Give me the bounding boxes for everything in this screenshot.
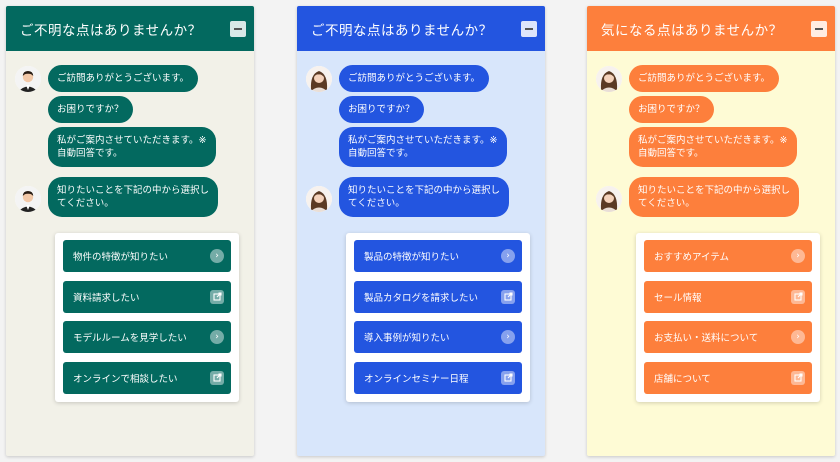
external-link-icon bbox=[210, 370, 224, 385]
choice-button[interactable]: おすすめアイテム › bbox=[644, 240, 812, 272]
chat-panel: 気になる点はありませんか？ ご訪問ありがとうございます。 お困りですか？ 私がご案内さ… bbox=[587, 6, 835, 456]
chat-message-text: ご訪問ありがとうございます。 bbox=[348, 73, 481, 84]
chat-message-bubble: 知りたいことを下記の中から選択し てください。 bbox=[629, 177, 800, 217]
chat-message-bubble: 私がご案内させていただきます。※ 自動回答です。 bbox=[629, 127, 797, 167]
choice-button[interactable]: オンラインで相談したい bbox=[63, 361, 231, 394]
choice-list: 製品の特徴が知りたい › 製品カタログを請求したい 導入事例が知りたい › オンラインセミ… bbox=[346, 233, 530, 402]
chat-message-text: 私がご案内させていただきます。※ bbox=[57, 135, 207, 146]
chat-message-bubble: ご訪問ありがとうございます。 bbox=[629, 65, 780, 92]
chat-message-text: 知りたいことを下記の中から選択し bbox=[57, 185, 210, 196]
chat-message-bubble: お困りですか？ bbox=[339, 96, 424, 123]
choice-list: 物件の特徴が知りたい › 資料請求したいモデルルームを見学したい › オンラインで相談し… bbox=[55, 233, 239, 402]
chat-header: ご不明な点はありませんか？ bbox=[297, 6, 545, 51]
external-link-icon bbox=[791, 370, 805, 385]
choice-label: 導入事例が知りたい bbox=[364, 333, 450, 344]
female-operator-avatar bbox=[596, 186, 622, 212]
external-link-icon bbox=[210, 289, 224, 304]
arrow-right-icon: › bbox=[791, 249, 805, 263]
choice-label: 製品カタログを請求したい bbox=[364, 292, 479, 304]
choice-label: セール情報 bbox=[654, 292, 702, 304]
choice-label: 店舗について bbox=[654, 373, 711, 385]
male-operator-avatar bbox=[15, 66, 41, 92]
choice-button[interactable]: 製品の特徴が知りたい › bbox=[354, 240, 522, 272]
choice-label: 製品の特徴が知りたい bbox=[364, 252, 460, 263]
external-link-icon bbox=[791, 289, 805, 304]
chat-header-title: ご不明な点はありませんか？ bbox=[311, 22, 493, 39]
choice-button[interactable]: 物件の特徴が知りたい › bbox=[63, 240, 231, 272]
chat-body: ご訪問ありがとうございます。 お困りですか？ 私がご案内させていただきます。※ 自動回… bbox=[587, 51, 835, 456]
chat-header-title: 気になる点はありませんか？ bbox=[601, 22, 783, 39]
choice-label: オンラインセミナー日程 bbox=[364, 373, 469, 385]
choice-button[interactable]: 導入事例が知りたい › bbox=[354, 321, 522, 353]
chat-message-text: お困りですか？ bbox=[638, 104, 705, 115]
choice-label: おすすめアイテム bbox=[654, 252, 730, 263]
choice-button[interactable]: 製品カタログを請求したい bbox=[354, 280, 522, 313]
external-link-icon bbox=[501, 370, 515, 385]
chat-message-bubble: 私がご案内させていただきます。※ 自動回答です。 bbox=[339, 127, 507, 167]
arrow-right-icon: › bbox=[501, 249, 515, 263]
chat-body: ご訪問ありがとうございます。 お困りですか？ 私がご案内させていただきます。※ 自動回… bbox=[297, 51, 545, 456]
chat-message-text: 自動回答です。 bbox=[638, 148, 704, 159]
choice-label: お支払い・送料について bbox=[654, 333, 759, 344]
female-operator-avatar bbox=[306, 66, 332, 92]
choice-label: モデルルームを見学したい bbox=[73, 333, 187, 344]
arrow-right-icon: › bbox=[501, 330, 515, 344]
choice-label: オンラインで相談したい bbox=[73, 373, 178, 385]
choice-button[interactable]: モデルルームを見学したい › bbox=[63, 321, 231, 353]
arrow-right-icon: › bbox=[210, 330, 224, 344]
chat-body: ご訪問ありがとうございます。 お困りですか？ 私がご案内させていただきます。※ 自動回… bbox=[6, 51, 254, 456]
chat-message-bubble: 知りたいことを下記の中から選択し てください。 bbox=[48, 177, 219, 217]
choice-label: 資料請求したい bbox=[73, 292, 140, 304]
chat-message-text: お困りですか？ bbox=[348, 104, 415, 115]
chat-message-bubble: 私がご案内させていただきます。※ 自動回答です。 bbox=[48, 127, 216, 167]
chat-message-text: てください。 bbox=[638, 198, 695, 209]
chat-message-text: 自動回答です。 bbox=[57, 148, 123, 159]
choice-button[interactable]: オンラインセミナー日程 bbox=[354, 361, 522, 394]
chat-message-bubble: お困りですか？ bbox=[629, 96, 714, 123]
chat-header-title: ご不明な点はありませんか？ bbox=[20, 22, 202, 39]
chat-panel: ご不明な点はありませんか？ ご訪問ありがとうございます。 お困りですか？ 私がご案内さ… bbox=[297, 6, 545, 456]
female-operator-avatar bbox=[596, 66, 622, 92]
external-link-icon bbox=[501, 289, 515, 304]
choice-list: おすすめアイテム › セール情報お支払い・送料について › 店舗について bbox=[636, 233, 820, 402]
female-operator-avatar bbox=[306, 186, 332, 212]
chat-message-text: ご訪問ありがとうございます。 bbox=[57, 73, 190, 84]
minimize-icon[interactable] bbox=[230, 20, 246, 37]
choice-label: 物件の特徴が知りたい bbox=[73, 252, 169, 263]
chat-message-text: 私がご案内させていただきます。※ bbox=[348, 135, 498, 146]
choice-button[interactable]: お支払い・送料について › bbox=[644, 321, 812, 353]
minimize-icon[interactable] bbox=[521, 20, 537, 37]
chat-message-text: お困りですか？ bbox=[57, 104, 124, 115]
arrow-right-icon: › bbox=[791, 330, 805, 344]
choice-button[interactable]: セール情報 bbox=[644, 280, 812, 313]
arrow-right-icon: › bbox=[210, 249, 224, 263]
chat-message-text: 私がご案内させていただきます。※ bbox=[638, 135, 788, 146]
choice-button[interactable]: 店舗について bbox=[644, 361, 812, 394]
minimize-icon[interactable] bbox=[811, 20, 827, 37]
chat-message-bubble: お困りですか？ bbox=[48, 96, 133, 123]
chat-panel: ご不明な点はありませんか？ ご訪問ありがとうございます。 お困りですか？ 私がご案内さ… bbox=[6, 6, 254, 456]
chat-message-text: てください。 bbox=[348, 198, 405, 209]
chat-header: ご不明な点はありませんか？ bbox=[6, 6, 254, 51]
chat-message-bubble: 知りたいことを下記の中から選択し てください。 bbox=[339, 177, 510, 217]
chat-message-text: ご訪問ありがとうございます。 bbox=[638, 73, 771, 84]
chat-message-text: 知りたいことを下記の中から選択し bbox=[348, 185, 501, 196]
chat-message-bubble: ご訪問ありがとうございます。 bbox=[48, 65, 199, 92]
chat-message-bubble: ご訪問ありがとうございます。 bbox=[339, 65, 490, 92]
male-operator-avatar bbox=[15, 186, 41, 212]
choice-button[interactable]: 資料請求したい bbox=[63, 280, 231, 313]
chat-message-text: てください。 bbox=[57, 198, 114, 209]
chat-message-text: 知りたいことを下記の中から選択し bbox=[638, 185, 791, 196]
chat-message-text: 自動回答です。 bbox=[348, 148, 414, 159]
chat-header: 気になる点はありませんか？ bbox=[587, 6, 835, 51]
